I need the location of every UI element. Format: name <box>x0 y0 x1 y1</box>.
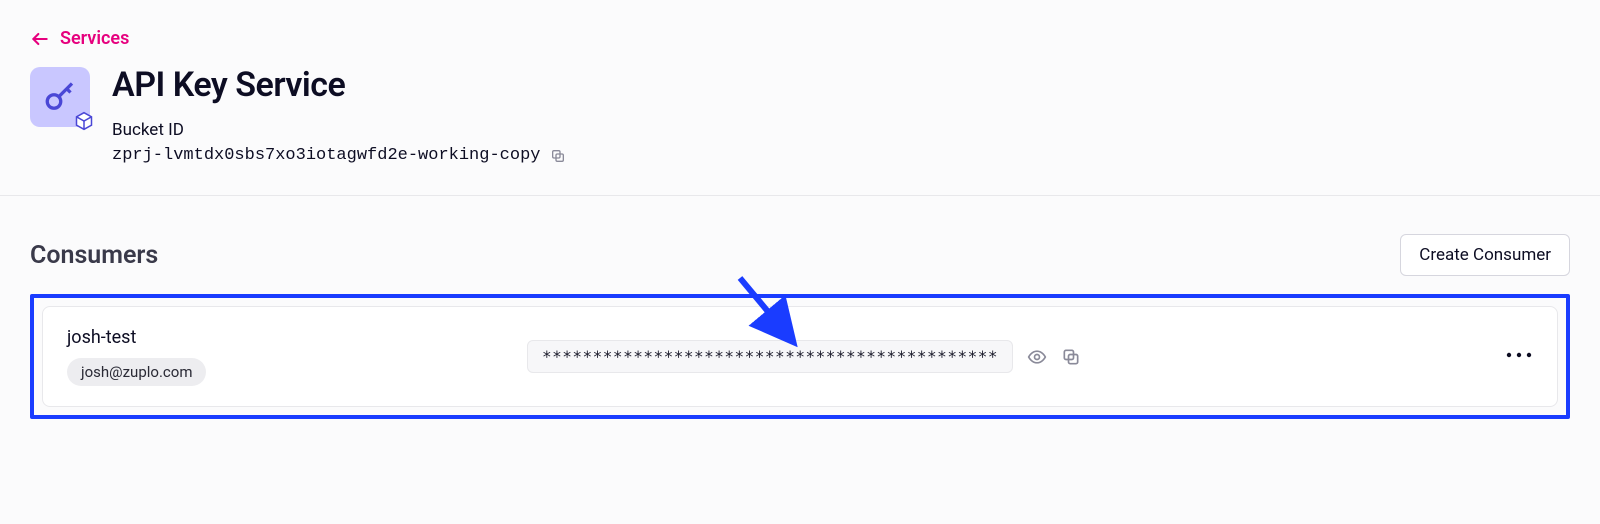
page-title: API Key Service <box>112 67 566 104</box>
bucket-id-row: zprj-lvmtdx0sbs7xo3iotagwfd2e-working-co… <box>112 146 566 165</box>
service-key-icon <box>30 67 90 127</box>
copy-key-icon[interactable] <box>1061 347 1081 367</box>
title-text-block: API Key Service Bucket ID zprj-lvmtdx0sb… <box>112 67 566 165</box>
more-menu-icon[interactable] <box>1505 345 1533 365</box>
header-section: Services API Key Service Bucket ID zprj-… <box>0 0 1600 196</box>
consumer-card[interactable]: josh-test josh@zuplo.com ***************… <box>42 306 1558 407</box>
consumer-email-badge: josh@zuplo.com <box>67 358 206 386</box>
back-arrow-icon[interactable] <box>30 29 50 49</box>
consumers-title: Consumers <box>30 241 158 270</box>
bucket-id-value: zprj-lvmtdx0sbs7xo3iotagwfd2e-working-co… <box>112 146 540 165</box>
bucket-id-label: Bucket ID <box>112 120 566 140</box>
breadcrumb: Services <box>30 28 1570 49</box>
masked-api-key: ****************************************… <box>527 340 1013 373</box>
consumer-card-highlight: josh-test josh@zuplo.com ***************… <box>30 294 1570 419</box>
eye-icon[interactable] <box>1027 347 1047 367</box>
consumer-actions <box>1485 345 1533 369</box>
breadcrumb-services-link[interactable]: Services <box>60 28 129 49</box>
cube-badge-icon <box>74 111 94 131</box>
consumers-section: Consumers Create Consumer josh-test josh… <box>0 196 1600 439</box>
consumer-info: josh-test josh@zuplo.com <box>67 327 527 386</box>
consumer-key-area: ****************************************… <box>527 340 1485 373</box>
create-consumer-button[interactable]: Create Consumer <box>1400 234 1570 276</box>
title-row: API Key Service Bucket ID zprj-lvmtdx0sb… <box>30 67 1570 165</box>
consumer-name: josh-test <box>67 327 527 348</box>
copy-icon[interactable] <box>550 148 566 164</box>
consumers-header: Consumers Create Consumer <box>30 234 1570 276</box>
